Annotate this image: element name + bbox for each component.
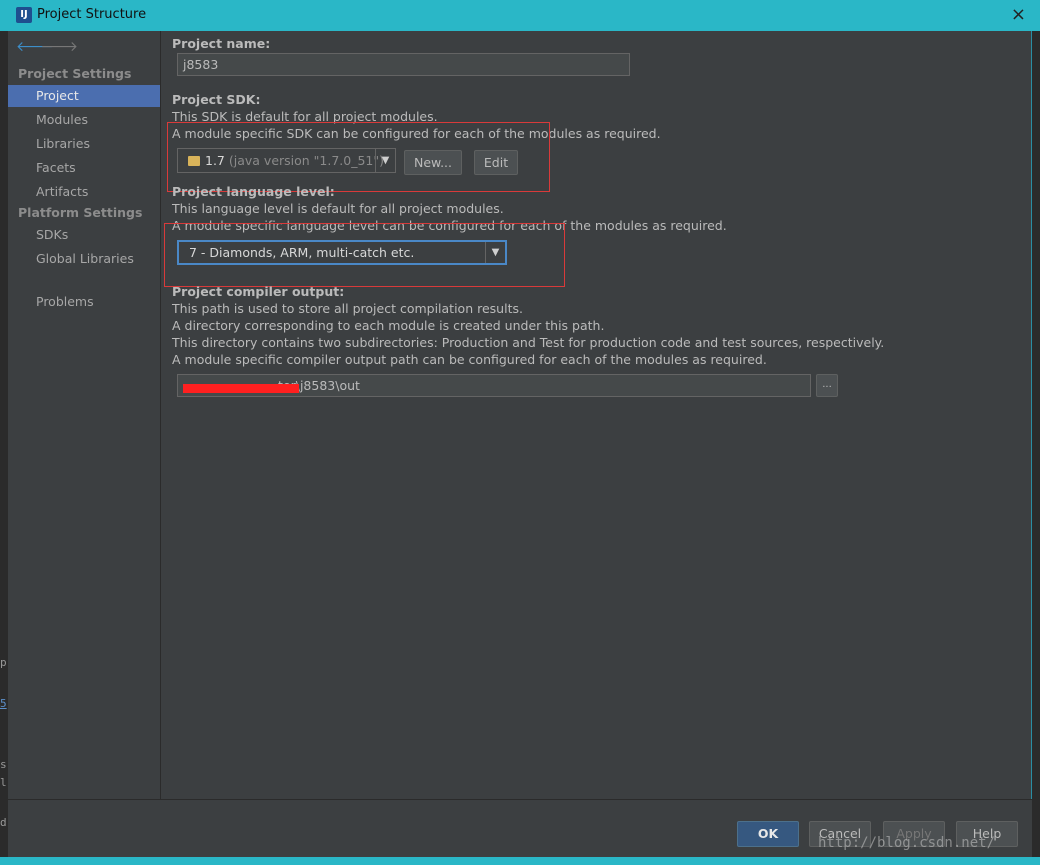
title-bar: IJ Project Structure × — [0, 0, 1040, 31]
watermark: http://blog.csdn.net/ — [818, 835, 996, 851]
project-name-label: Project name: — [172, 36, 271, 51]
project-sdk-label: Project SDK: — [172, 92, 261, 107]
edge-text: p — [0, 656, 7, 669]
browse-button[interactable]: ... — [816, 374, 838, 397]
edge-text: l — [0, 776, 7, 789]
sidebar-item-problems[interactable]: Problems — [8, 291, 160, 313]
window-title: Project Structure — [37, 7, 147, 22]
edge-text: 5 — [0, 697, 7, 710]
edge-text: s — [0, 758, 7, 771]
intellij-icon: IJ — [16, 7, 32, 23]
redaction-mark — [183, 384, 299, 393]
highlight-box-language — [164, 223, 565, 287]
background-editor-edge — [0, 0, 8, 865]
window-border-bottom — [0, 857, 1040, 865]
project-name-input[interactable]: j8583 — [177, 53, 630, 76]
sidebar: 🡐 🡒 Project Settings Project Modules Lib… — [8, 31, 161, 799]
sidebar-item-libraries[interactable]: Libraries — [8, 133, 160, 155]
sidebar-item-modules[interactable]: Modules — [8, 109, 160, 131]
back-arrow-icon[interactable]: 🡐 — [16, 38, 54, 55]
language-level-label: Project language level: — [172, 184, 335, 199]
output-description-3: This directory contains two subdirectori… — [172, 335, 885, 350]
sidebar-item-artifacts[interactable]: Artifacts — [8, 181, 160, 203]
close-icon[interactable]: × — [1011, 4, 1026, 25]
compiler-output-label: Project compiler output: — [172, 284, 345, 299]
output-description-2: A directory corresponding to each module… — [172, 318, 605, 333]
sidebar-item-project[interactable]: Project — [8, 85, 160, 107]
edge-text: d — [0, 816, 7, 829]
nav-arrows: 🡐 🡒 — [16, 38, 78, 55]
sidebar-item-global-libraries[interactable]: Global Libraries — [8, 248, 160, 270]
sidebar-item-sdks[interactable]: SDKs — [8, 224, 160, 246]
sidebar-item-facets[interactable]: Facets — [8, 157, 160, 179]
output-description-4: A module specific compiler output path c… — [172, 352, 767, 367]
highlight-box-sdk — [167, 122, 550, 192]
group-platform-settings: Platform Settings — [18, 205, 143, 220]
forward-arrow-icon[interactable]: 🡒 — [40, 38, 78, 55]
output-description-1: This path is used to store all project c… — [172, 301, 523, 316]
language-description-1: This language level is default for all p… — [172, 201, 504, 216]
group-project-settings: Project Settings — [18, 66, 132, 81]
ok-button[interactable]: OK — [737, 821, 799, 847]
